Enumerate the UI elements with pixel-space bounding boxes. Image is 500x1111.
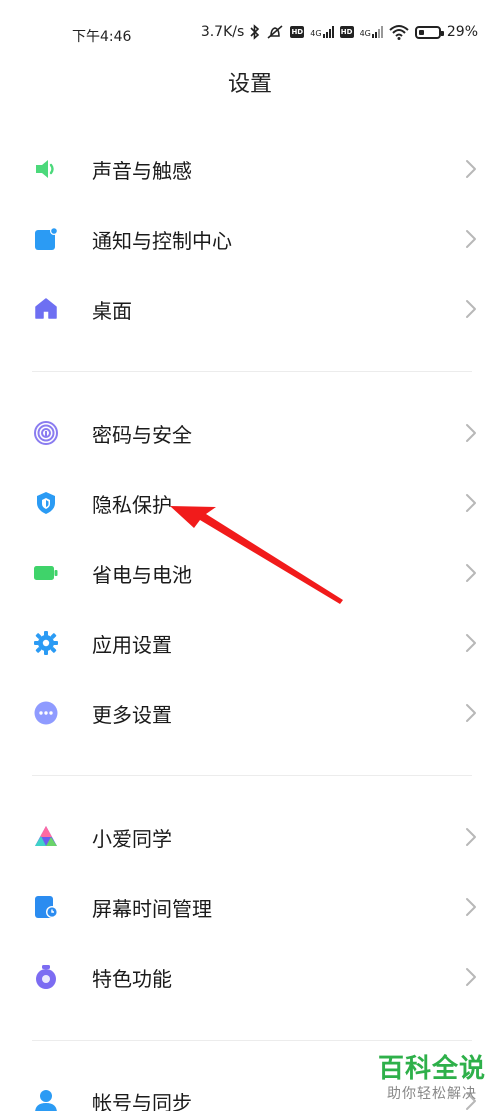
chevron-right-icon <box>464 423 478 443</box>
settings-item-0-0[interactable]: 声音与触感 <box>0 134 500 204</box>
feature-icon <box>32 963 60 991</box>
group-divider <box>32 1040 472 1041</box>
hd-badge-1: HD <box>290 26 305 38</box>
wifi-icon <box>389 25 409 40</box>
notification-icon <box>32 225 60 253</box>
settings-item-label: 特色功能 <box>92 966 172 991</box>
settings-item-label: 帐号与同步 <box>92 1090 192 1111</box>
chevron-right-icon <box>464 703 478 723</box>
shield-icon <box>32 489 60 517</box>
hd-badge-2: HD <box>339 26 354 38</box>
mute-vibrate-icon <box>267 25 283 39</box>
signal-bars-2-icon <box>371 26 383 38</box>
speaker-icon <box>32 155 60 183</box>
group-divider <box>32 371 472 372</box>
battery-percent: 29% <box>446 24 478 40</box>
settings-item-1-2[interactable]: 省电与电池 <box>0 538 500 608</box>
chevron-right-icon <box>464 563 478 583</box>
chevron-right-icon <box>464 827 478 847</box>
xiaoai-icon <box>32 823 60 851</box>
settings-item-label: 密码与安全 <box>92 422 192 447</box>
watermark-logo: 百科全说 助你轻松解决 <box>378 1048 486 1103</box>
chevron-right-icon <box>464 633 478 653</box>
account-icon <box>32 1087 60 1111</box>
settings-item-0-2[interactable]: 桌面 <box>0 274 500 344</box>
fingerprint-icon <box>32 419 60 447</box>
page-title: 设置 <box>227 72 272 97</box>
bluetooth-icon <box>250 24 260 40</box>
screen-time-icon <box>32 893 60 921</box>
chevron-right-icon <box>464 159 478 179</box>
settings-item-label: 屏幕时间管理 <box>92 896 212 921</box>
more-icon <box>32 699 60 727</box>
settings-item-label: 通知与控制中心 <box>92 228 232 253</box>
network-type-2: 4G <box>359 29 371 38</box>
watermark-sub-text: 助你轻松解决 <box>386 1086 477 1102</box>
settings-item-label: 更多设置 <box>92 702 172 727</box>
chevron-right-icon <box>464 493 478 513</box>
network-type-1: 4G <box>310 29 322 38</box>
status-bar: 下午4:46 3.7K/s HD 4G HD 4G 29% <box>0 0 500 68</box>
chevron-right-icon <box>464 967 478 987</box>
network-speed: 3.7K/s <box>200 24 245 40</box>
settings-item-1-0[interactable]: 密码与安全 <box>0 398 500 468</box>
settings-item-2-2[interactable]: 特色功能 <box>0 942 500 1012</box>
home-icon <box>32 295 60 323</box>
battery-icon <box>414 25 444 39</box>
settings-item-label: 应用设置 <box>92 632 172 657</box>
signal-1: 4G <box>310 26 334 38</box>
battery-icon <box>32 559 60 587</box>
chevron-right-icon <box>464 299 478 319</box>
settings-item-1-1[interactable]: 隐私保护 <box>0 468 500 538</box>
group-divider <box>32 775 472 776</box>
settings-item-2-0[interactable]: 小爱同学 <box>0 802 500 872</box>
settings-item-label: 桌面 <box>92 298 132 323</box>
settings-item-1-3[interactable]: 应用设置 <box>0 608 500 678</box>
settings-item-label: 隐私保护 <box>92 492 172 517</box>
status-time: 下午4:46 <box>72 29 132 45</box>
signal-bars-1-icon <box>322 26 334 38</box>
settings-item-2-1[interactable]: 屏幕时间管理 <box>0 872 500 942</box>
settings-item-0-1[interactable]: 通知与控制中心 <box>0 204 500 274</box>
watermark-main-text: 百科全说 <box>377 1054 486 1084</box>
settings-item-label: 声音与触感 <box>92 158 192 183</box>
settings-item-label: 省电与电池 <box>92 562 192 587</box>
chevron-right-icon <box>464 229 478 249</box>
status-right-group: 3.7K/s HD 4G HD 4G 29% <box>201 24 478 40</box>
signal-2: 4G <box>360 26 383 38</box>
settings-item-1-4[interactable]: 更多设置 <box>0 678 500 748</box>
chevron-right-icon <box>464 897 478 917</box>
gear-icon <box>32 629 60 657</box>
settings-item-label: 小爱同学 <box>92 826 172 851</box>
